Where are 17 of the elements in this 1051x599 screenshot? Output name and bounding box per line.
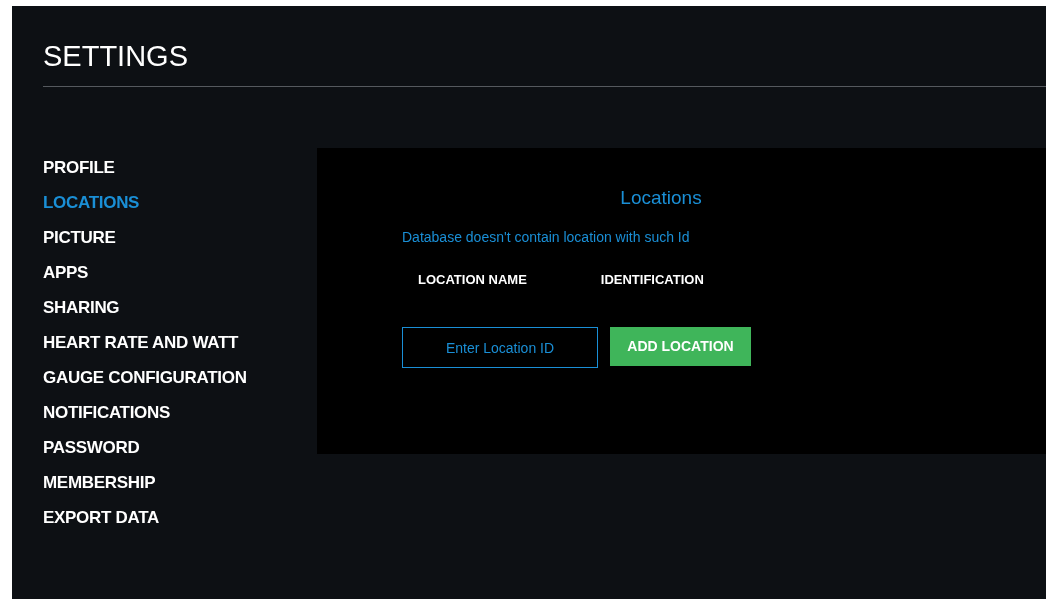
- page-title: SETTINGS: [43, 39, 188, 74]
- location-id-field[interactable]: Enter Location ID: [402, 327, 598, 368]
- sidebar-item[interactable]: EXPORT DATA: [43, 500, 159, 535]
- sidebar-item[interactable]: APPS: [43, 255, 89, 290]
- column-header: LOCATION NAME: [418, 270, 527, 289]
- sidebar-item[interactable]: PASSWORD: [43, 430, 140, 465]
- sidebar-item[interactable]: PICTURE: [43, 220, 116, 255]
- sidebar-item[interactable]: SHARING: [43, 290, 120, 325]
- sidebar-item[interactable]: NOTIFICATIONS: [43, 395, 171, 430]
- sidebar-item[interactable]: MEMBERSHIP: [43, 465, 156, 500]
- panel-heading: Locations: [620, 186, 702, 210]
- sidebar-item[interactable]: PROFILE: [43, 150, 115, 185]
- sidebar-item[interactable]: LOCATIONS: [43, 185, 140, 220]
- sidebar-item[interactable]: GAUGE CONFIGURATION: [43, 360, 247, 395]
- sidebar-item[interactable]: HEART RATE AND WATT: [43, 325, 239, 360]
- column-header: IDENTIFICATION: [600, 270, 704, 289]
- error-message: Database doesn't contain location with such Id: [402, 227, 690, 247]
